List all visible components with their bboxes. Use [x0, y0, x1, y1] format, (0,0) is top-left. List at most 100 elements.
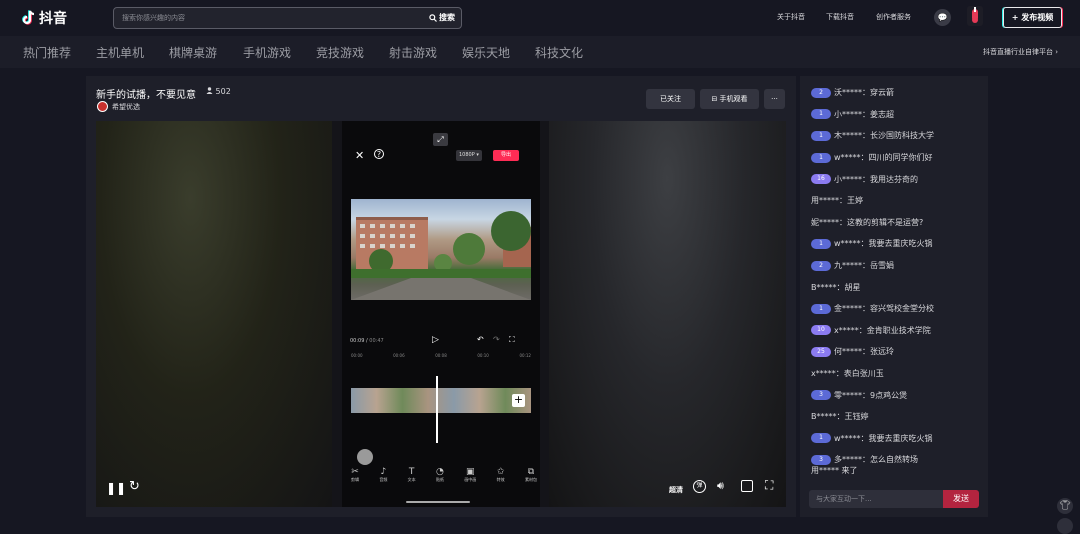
chat-username[interactable]: B*****: [811, 412, 837, 421]
shirt-icon[interactable]: 👕︎: [1057, 498, 1073, 514]
volume-icon[interactable]: 🔊︎: [717, 479, 724, 493]
viewer-count-value: 502: [215, 87, 231, 96]
tick-label: 00:10: [477, 353, 489, 358]
chat-text: 姜志超: [870, 109, 894, 119]
category-tech[interactable]: 科技文化: [535, 44, 583, 61]
tool-sticker: ◔ 贴纸: [436, 467, 444, 483]
chat-colon: ：: [836, 412, 845, 422]
chat-colon: ：: [860, 153, 869, 163]
building-illustration: [351, 211, 531, 300]
chat-username[interactable]: 何*****: [834, 346, 862, 357]
chat-message: 25 何*****：张远玲: [811, 341, 986, 363]
link-download[interactable]: 下载抖音: [826, 12, 854, 22]
user-avatar[interactable]: [967, 6, 983, 26]
chat-text: 怎么自然转场: [870, 455, 918, 465]
chat-text: 表白张川玉: [843, 369, 884, 379]
tool-label: 文本: [407, 477, 416, 482]
chat-message: 1 小*****：姜志超: [811, 104, 986, 126]
publish-video-button[interactable]: + 发布视频: [1003, 7, 1062, 28]
anchor-name: 希望优选: [112, 102, 140, 111]
chat-username[interactable]: w*****: [834, 434, 861, 443]
send-button[interactable]: 发送: [943, 490, 979, 508]
chat-colon: ：: [858, 325, 867, 335]
chat-message: B*****：王钰婷: [811, 406, 986, 428]
viewer-count: 502: [206, 87, 231, 96]
playhead: [436, 376, 438, 443]
chat-username[interactable]: 妮*****: [811, 217, 839, 228]
category-boardgame[interactable]: 棋牌桌游: [169, 44, 217, 61]
chat-username[interactable]: x*****: [811, 369, 836, 378]
tool-label: 特效: [496, 477, 505, 482]
fullscreen-icon[interactable]: ⛶: [765, 478, 773, 493]
chat-colon: ：: [839, 196, 847, 206]
chat-username[interactable]: 金*****: [834, 303, 862, 314]
chat-input[interactable]: 与大家互动一下...: [809, 490, 943, 508]
douyin-logo[interactable]: 抖音: [22, 8, 67, 28]
chat-username[interactable]: B*****: [811, 283, 837, 292]
chat-colon: ：: [862, 304, 870, 314]
fullscreen-toggle-icon: ⤢: [433, 133, 448, 146]
category-mobile-games[interactable]: 手机游戏: [243, 44, 291, 61]
followed-button[interactable]: 已关注: [646, 89, 695, 109]
self-regulation-link[interactable]: 抖音直播行业自律平台 ›: [983, 47, 1058, 57]
scissors-icon: ✂: [351, 467, 359, 477]
search-button[interactable]: 搜索: [429, 12, 455, 23]
top-bar: 抖音 搜索你感兴趣的内容 搜索 关于抖音 下载抖音 创作者服务 💬 + 发布视频: [0, 0, 1080, 36]
chat-username[interactable]: 九*****: [834, 260, 862, 271]
chat-message: 1 木*****：长沙国防科技大学: [811, 125, 986, 147]
tool-audio: ♪ 音频: [379, 467, 387, 483]
pip-icon: ▣: [466, 467, 475, 477]
side-tool-button[interactable]: [1057, 518, 1073, 534]
quality-select[interactable]: 超清: [669, 485, 683, 495]
phone-watch-button[interactable]: ⊟ 手机观看: [700, 89, 759, 109]
chat-message-list: 2 沃*****：穿云箭 1 小*****：姜志超 1 木*****：长沙国防科技大学 1 w…: [811, 82, 986, 471]
anchor-info[interactable]: 希望优选: [97, 101, 140, 112]
fan-level-badge: 2: [811, 260, 831, 271]
logo-text: 抖音: [39, 11, 67, 27]
chat-username[interactable]: 多*****: [834, 454, 862, 465]
chat-username[interactable]: x*****: [834, 326, 859, 335]
link-about[interactable]: 关于抖音: [777, 12, 805, 22]
link-creator-service[interactable]: 创作者服务: [876, 12, 911, 22]
category-entertainment[interactable]: 娱乐天地: [462, 44, 510, 61]
video-player[interactable]: ⤢ ✕ ? 1080P ▾ 导出 00:09 / 00:47 ▷ ↶ ↷ ⛶ 0…: [96, 121, 786, 507]
live-room-panel: 新手的试播，不要见意 502 希望优选 已关注 ⊟ 手机观看 ··· ⤢ ✕ ?…: [86, 76, 796, 517]
chat-username[interactable]: 沃*****: [834, 87, 862, 98]
search-input[interactable]: 搜索你感兴趣的内容: [122, 13, 185, 23]
category-hot[interactable]: 热门推荐: [23, 44, 71, 61]
category-esports[interactable]: 竞技游戏: [316, 44, 364, 61]
pause-button[interactable]: ❚❚: [106, 481, 126, 495]
message-icon[interactable]: 💬: [934, 9, 951, 26]
category-console[interactable]: 主机单机: [96, 44, 144, 61]
chat-username[interactable]: w*****: [834, 153, 861, 162]
category-shooter[interactable]: 射击游戏: [389, 44, 437, 61]
chat-username[interactable]: 木*****: [834, 130, 862, 141]
refresh-button[interactable]: ↻: [129, 479, 140, 494]
chat-username[interactable]: 小*****: [834, 174, 862, 185]
tick-label: 00:08: [435, 353, 447, 358]
phone-watch-label: 手机观看: [719, 95, 748, 103]
douyin-note-icon: [22, 10, 35, 25]
tool-label: 贴纸: [435, 477, 444, 482]
editor-toolbar: ✂ 剪辑 ♪ 音频 T 文本 ◔ 贴纸 ▣ 画中画 ✩ 特效 ⧉ 素材包: [351, 467, 537, 483]
undo-icon: ↶: [477, 335, 484, 344]
person-icon: [206, 87, 213, 94]
tool-text: T 文本: [408, 467, 416, 483]
chat-username[interactable]: w*****: [834, 239, 861, 248]
pip-mode-icon[interactable]: [741, 480, 753, 492]
danmaku-toggle-icon[interactable]: 弹: [693, 480, 706, 493]
chat-username[interactable]: 小*****: [834, 109, 862, 120]
more-button[interactable]: ···: [764, 89, 785, 109]
category-bar: 热门推荐 主机单机 棋牌桌游 手机游戏 竞技游戏 射击游戏 娱乐天地 科技文化 …: [0, 36, 1080, 68]
chat-colon: ：: [862, 347, 870, 357]
chat-username[interactable]: 用*****: [811, 195, 839, 206]
chat-username[interactable]: 零*****: [834, 390, 862, 401]
chat-message: 1 w*****：四川的同学你们好: [811, 147, 986, 169]
timeline-clip-strip: [351, 388, 531, 413]
fit-screen-icon: ⛶: [509, 335, 515, 344]
chat-colon: ：: [860, 239, 869, 249]
fan-level-badge: 2: [811, 87, 831, 98]
chat-message: x*****：表白张川玉: [811, 363, 986, 385]
chat-text: 我要去重庆吃火锅: [868, 433, 933, 443]
chat-message: 妮*****：这教的剪辑不是运营?: [811, 212, 986, 234]
